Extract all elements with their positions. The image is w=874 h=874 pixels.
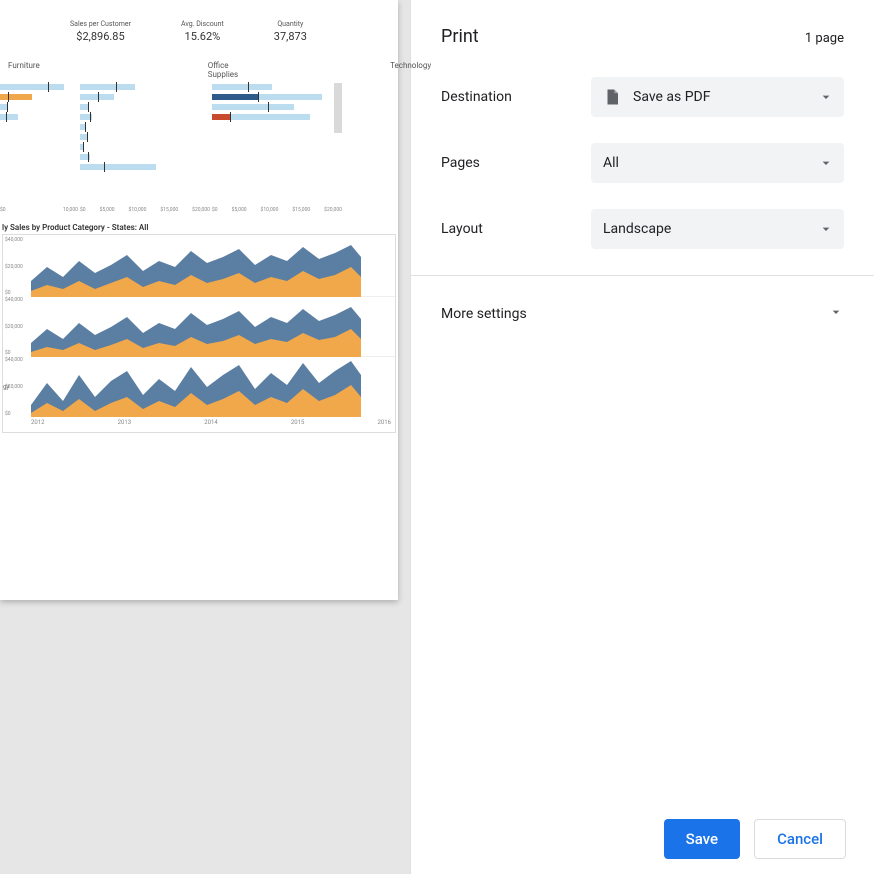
timeseries-row: gy $40,000 $20,000 $0 xyxy=(31,357,395,417)
bar-column-office: $0 $5,000 $10,000 $15,000 $20,000 xyxy=(80,83,212,213)
category-label: Furniture xyxy=(8,61,40,79)
metric: Avg. Discount 15.62% xyxy=(181,20,224,43)
save-button[interactable]: Save xyxy=(664,819,740,859)
pdf-file-icon xyxy=(603,88,621,106)
y-tick: $20,000 xyxy=(5,264,23,270)
y-tick: $40,000 xyxy=(5,237,23,243)
select-value: Landscape xyxy=(603,221,671,237)
x-tick: $0 xyxy=(80,207,86,213)
print-settings-panel: Print 1 page Destination Save as PDF Pag… xyxy=(410,0,874,874)
area-chart-svg xyxy=(31,237,361,297)
y-tick: $20,000 xyxy=(5,324,23,330)
field-pages: Pages All xyxy=(441,143,844,183)
button-label: Cancel xyxy=(777,830,823,848)
layout-select[interactable]: Landscape xyxy=(591,209,844,249)
x-tick: 10,000 xyxy=(63,207,78,213)
chevron-down-icon xyxy=(818,221,834,241)
metric: Sales per Customer $2,896.85 xyxy=(70,20,131,43)
destination-select[interactable]: Save as PDF xyxy=(591,77,844,117)
panel-header: Print 1 page xyxy=(441,26,844,47)
bar-chart-zone: $0 10,000 $0 $5, xyxy=(0,83,398,213)
x-tick: $15,000 xyxy=(292,207,310,213)
bar-column-technology: $0 $5,000 $10,000 $15,000 $20,000 xyxy=(212,83,344,213)
y-tick: $20,000 xyxy=(5,384,23,390)
more-settings-toggle[interactable]: More settings xyxy=(441,300,844,328)
x-tick: $15,000 xyxy=(160,207,178,213)
x-tick: 2016 xyxy=(378,419,392,426)
print-preview-area: Sales per Customer $2,896.85 Avg. Discou… xyxy=(0,0,410,874)
select-value: All xyxy=(603,155,619,171)
y-tick: $0 xyxy=(5,350,23,356)
y-tick: $0 xyxy=(5,411,23,417)
metric-label: Avg. Discount xyxy=(181,20,224,28)
metric: Quantity 37,873 xyxy=(274,20,307,43)
x-tick: $0 xyxy=(212,207,218,213)
chevron-down-icon xyxy=(818,155,834,175)
y-tick: $40,000 xyxy=(5,357,23,363)
field-label: Destination xyxy=(441,89,591,105)
button-label: Save xyxy=(686,830,718,848)
y-tick: $0 xyxy=(5,290,23,296)
bar-category-headers: Furniture Office Supplies Technology xyxy=(0,61,398,79)
x-tick: $5,000 xyxy=(232,207,247,213)
timeseries-xaxis: 2012 2013 2014 2015 2016 xyxy=(31,417,395,430)
x-tick: $10,000 xyxy=(129,207,147,213)
field-label: Layout xyxy=(441,221,591,237)
category-label: Office Supplies xyxy=(208,61,238,79)
x-tick: $5,000 xyxy=(100,207,115,213)
metric-value: 15.62% xyxy=(181,30,224,43)
metric-label: Quantity xyxy=(274,20,307,28)
category-label: Technology xyxy=(390,61,431,79)
x-tick: $20,000 xyxy=(192,207,210,213)
field-label: Pages xyxy=(441,155,591,171)
bar-column-furniture: $0 10,000 xyxy=(0,83,80,213)
field-layout: Layout Landscape xyxy=(441,209,844,249)
area-chart-svg xyxy=(31,297,361,357)
pages-select[interactable]: All xyxy=(591,143,844,183)
select-value: Save as PDF xyxy=(633,89,711,105)
metric-label: Sales per Customer xyxy=(70,20,131,28)
chevron-down-icon xyxy=(828,304,844,324)
x-tick: $0 xyxy=(0,207,6,213)
timeseries-row: $40,000 $20,000 $0 xyxy=(31,237,395,297)
dialog-title: Print xyxy=(441,26,479,47)
timeseries-block: $40,000 $20,000 $0 $40,000 $20,000 $0 xyxy=(2,234,396,433)
y-tick: $40,000 xyxy=(5,297,23,303)
timeseries-title: ly Sales by Product Category - States: A… xyxy=(2,223,398,232)
x-tick: 2012 xyxy=(31,419,45,426)
x-tick: $10,000 xyxy=(261,207,279,213)
page-count: 1 page xyxy=(805,31,844,46)
x-tick: $20,000 xyxy=(324,207,342,213)
x-tick: 2013 xyxy=(118,419,132,426)
metric-value: $2,896.85 xyxy=(70,30,131,43)
field-destination: Destination Save as PDF xyxy=(441,77,844,117)
dialog-footer: Save Cancel xyxy=(411,804,874,874)
area-chart-svg xyxy=(31,357,361,417)
more-settings-label: More settings xyxy=(441,306,527,322)
x-tick: 2015 xyxy=(291,419,305,426)
metric-value: 37,873 xyxy=(274,30,307,43)
timeseries-row: $40,000 $20,000 $0 xyxy=(31,297,395,357)
preview-page: Sales per Customer $2,896.85 Avg. Discou… xyxy=(0,0,398,600)
cancel-button[interactable]: Cancel xyxy=(754,819,846,859)
metrics-row: Sales per Customer $2,896.85 Avg. Discou… xyxy=(0,20,398,43)
x-tick: 2014 xyxy=(204,419,218,426)
divider xyxy=(411,275,874,276)
chevron-down-icon xyxy=(818,89,834,109)
